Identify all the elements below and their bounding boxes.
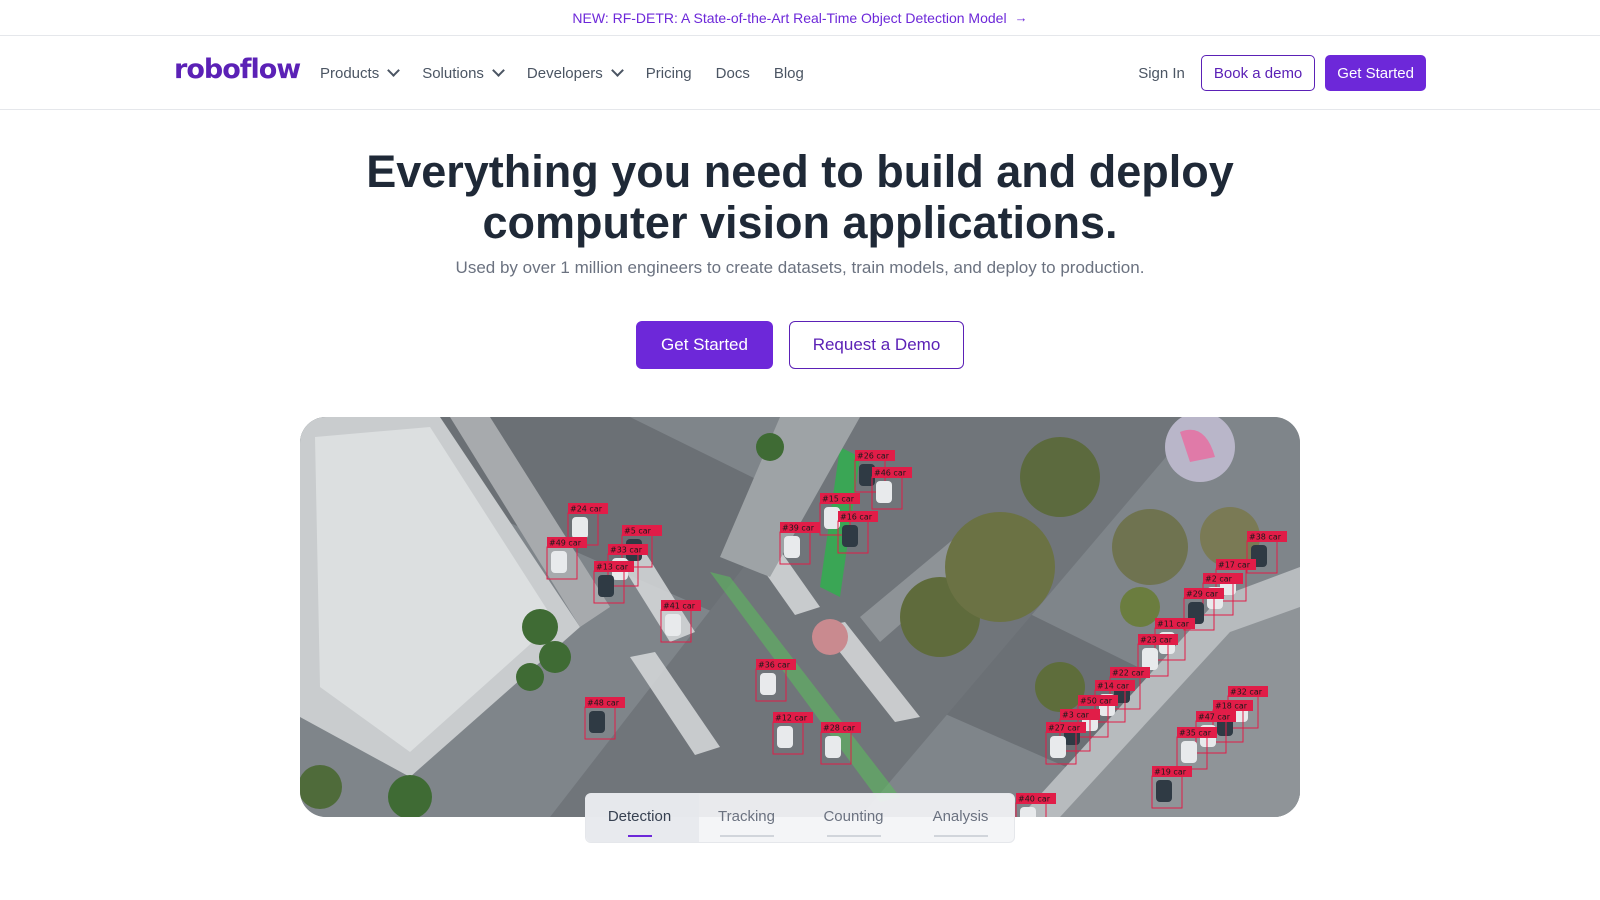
detection-label: #15 car [822, 495, 855, 504]
detected-car [825, 736, 841, 758]
detection-label: #41 car [663, 602, 696, 611]
detection-demo-video: #26 car #46 car #15 car #16 car #39 car #24 c… [300, 417, 1300, 817]
chevron-down-icon [610, 64, 624, 77]
book-demo-button[interactable]: Book a demo [1200, 55, 1316, 91]
detection-label: #28 car [823, 724, 856, 733]
detection-label: #12 car [775, 714, 808, 723]
detection-label: #13 car [596, 563, 629, 572]
detection-label: #22 car [1112, 669, 1145, 678]
detection-label: #17 car [1218, 561, 1251, 570]
detection-label: #16 car [840, 513, 873, 522]
nav-item-blog[interactable]: Blog [774, 65, 804, 82]
tab-tracking[interactable]: Tracking [693, 807, 800, 837]
detection-label: #24 car [570, 505, 603, 514]
tab-detection[interactable]: Detection [586, 807, 693, 837]
detected-car [598, 575, 614, 597]
detection-label: #46 car [874, 469, 907, 478]
detection-label: #49 car [549, 539, 582, 548]
tab-analysis[interactable]: Analysis [907, 807, 1014, 837]
tab-underline [719, 834, 774, 837]
detection-label: #32 car [1230, 688, 1263, 697]
detected-car [842, 525, 858, 547]
chevron-down-icon [492, 64, 505, 77]
detection-label: #26 car [857, 452, 890, 461]
nav-item-products[interactable]: Products [320, 64, 401, 82]
detection-label: #48 car [587, 699, 620, 708]
detected-car [760, 673, 776, 695]
nav-links: Products Solutions Developers Pricing Do… [320, 36, 804, 110]
detected-car [1142, 648, 1158, 670]
tab-label: Counting [823, 807, 884, 825]
detection-label: #3 car [1062, 711, 1090, 720]
nav-item-label: Developers [526, 64, 603, 82]
roboflow-logo[interactable]: roboflow [174, 54, 301, 85]
demo-tabs: Detection Tracking Counting Analysis [585, 793, 1015, 843]
detection-label: #2 car [1205, 575, 1233, 584]
tab-label: Tracking [718, 807, 775, 825]
detection-label: #50 car [1080, 697, 1113, 706]
detected-car [665, 614, 681, 636]
top-navigation: roboflow Products Solutions Developers P… [0, 36, 1600, 110]
detected-car [784, 536, 800, 558]
detection-label: #35 car [1179, 729, 1212, 738]
chevron-down-icon [387, 64, 401, 77]
detected-car [1156, 780, 1172, 802]
announcement-bar[interactable]: NEW: RF-DETR: A State-of-the-Art Real-Ti… [0, 0, 1600, 36]
tab-counting[interactable]: Counting [800, 807, 907, 837]
nav-item-label: Blog [773, 64, 804, 82]
detection-label: #19 car [1154, 768, 1187, 777]
detection-label: #47 car [1198, 713, 1231, 722]
nav-item-solutions[interactable]: Solutions [422, 64, 505, 82]
detection-label: #33 car [610, 546, 643, 555]
detection-label: #11 car [1157, 620, 1190, 629]
detection-label: #39 car [782, 524, 815, 533]
hero-subtitle: Used by over 1 million engineers to crea… [455, 258, 1145, 277]
detection-label: #36 car [758, 661, 791, 670]
detection-label: #29 car [1186, 590, 1219, 599]
nav-actions: Sign In Book a demo Get Started [1138, 55, 1426, 91]
detection-label: #5 car [624, 527, 652, 536]
detection-label: #14 car [1097, 682, 1130, 691]
aerial-intersection-image: #26 car #46 car #15 car #16 car #39 car #24 c… [300, 417, 1300, 817]
nav-get-started-button[interactable]: Get Started [1325, 55, 1426, 91]
detected-car [1050, 736, 1066, 758]
tab-label: Detection [607, 807, 672, 825]
nav-item-label: Docs [715, 64, 750, 82]
detected-car [589, 711, 605, 733]
tab-underline [627, 834, 652, 837]
hero-title: Everything you need to build and deploy … [0, 146, 1600, 248]
tab-underline [826, 834, 881, 837]
nav-item-label: Solutions [422, 64, 484, 82]
detection-label: #23 car [1140, 636, 1173, 645]
announcement-text[interactable]: NEW: RF-DETR: A State-of-the-Art Real-Ti… [572, 10, 1006, 26]
detected-car [572, 517, 588, 539]
detected-car [777, 726, 793, 748]
nav-item-docs[interactable]: Docs [716, 65, 750, 82]
nav-item-developers[interactable]: Developers [526, 64, 624, 82]
detection-label: #18 car [1215, 702, 1248, 711]
sign-in-link[interactable]: Sign In [1138, 65, 1185, 82]
detection-label: #40 car [1018, 795, 1051, 804]
request-demo-button[interactable]: Request a Demo [789, 321, 964, 369]
nav-item-pricing[interactable]: Pricing [646, 65, 692, 82]
nav-item-label: Products [320, 64, 380, 82]
detected-car [1181, 741, 1197, 763]
get-started-button[interactable]: Get Started [636, 321, 773, 369]
detected-car [1020, 807, 1036, 817]
detection-label: #27 car [1048, 724, 1081, 733]
tab-underline [933, 834, 988, 837]
detected-car [551, 551, 567, 573]
hero-title-line-2: computer vision applications. [482, 197, 1118, 248]
hero-title-line-1: Everything you need to build and deploy [366, 146, 1234, 197]
detection-label: #38 car [1249, 533, 1282, 542]
detected-car [876, 481, 892, 503]
tab-label: Analysis [932, 807, 989, 825]
arrow-right-icon: → [1014, 10, 1028, 25]
nav-item-label: Pricing [645, 64, 692, 82]
